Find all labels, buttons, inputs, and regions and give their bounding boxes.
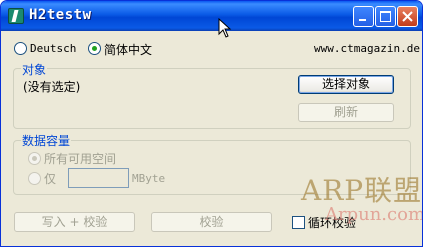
- label-all-space[interactable]: 所有可用空间: [44, 150, 116, 167]
- title-bar[interactable]: H2testw: [1, 1, 422, 31]
- loop-verify-checkbox[interactable]: [292, 216, 305, 229]
- minimize-button[interactable]: [353, 6, 374, 27]
- write-verify-button[interactable]: 写入 + 校验: [14, 212, 135, 232]
- radio-deutsch[interactable]: [14, 42, 27, 55]
- website-text: www.ctmagazin.de: [314, 42, 420, 55]
- target-status: (没有选定): [23, 80, 81, 94]
- target-group-title: 对象: [21, 61, 48, 78]
- label-deutsch[interactable]: Deutsch: [30, 42, 76, 55]
- minimize-icon: [359, 19, 366, 21]
- radio-simplified-chinese[interactable]: [88, 42, 101, 55]
- select-target-button[interactable]: 选择对象: [298, 75, 394, 94]
- label-simplified-chinese[interactable]: 简体中文: [104, 41, 152, 58]
- close-icon: [402, 11, 413, 22]
- window-title: H2testw: [29, 7, 92, 23]
- app-icon: [8, 8, 24, 24]
- mbyte-unit-label: MByte: [132, 172, 166, 185]
- verify-button[interactable]: 校验: [151, 212, 272, 232]
- mouse-cursor-icon: [218, 18, 232, 38]
- mbyte-input[interactable]: [68, 168, 129, 188]
- maximize-icon: [380, 11, 391, 22]
- capacity-group-title: 数据容量: [21, 132, 72, 149]
- label-only[interactable]: 仅: [44, 170, 56, 187]
- refresh-button[interactable]: 刷新: [298, 103, 394, 122]
- watermark-logo: ARP联盟: [301, 174, 423, 207]
- radio-all-space[interactable]: [28, 152, 41, 165]
- close-button[interactable]: [397, 6, 418, 27]
- watermark-url: Arpun.com: [325, 204, 423, 225]
- maximize-button[interactable]: [375, 6, 396, 27]
- app-window: H2testw Deutsch 简体中文 www.ctmagazin.de 对象…: [0, 0, 423, 247]
- radio-only[interactable]: [28, 172, 41, 185]
